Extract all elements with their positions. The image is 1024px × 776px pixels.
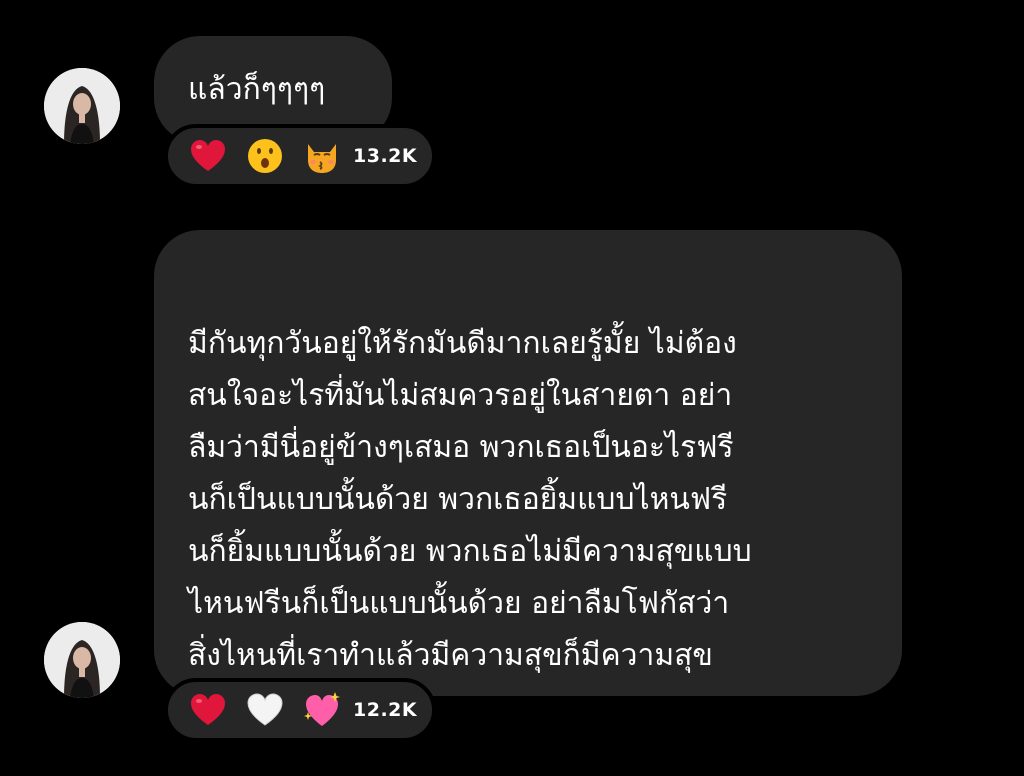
- message-text: แล้วก็ๆๆๆๆ: [188, 72, 326, 107]
- reactions-bar[interactable]: 12.2K: [164, 678, 436, 742]
- reaction-count: 12.2K: [353, 699, 418, 721]
- message-text: มีกันทุกวันอยู่ให้รักมันดีมากเลยรู้มั้ย …: [188, 326, 752, 725]
- kissing-cat-icon[interactable]: [302, 136, 342, 176]
- white-heart-icon[interactable]: [245, 690, 285, 730]
- hushed-face-icon[interactable]: [245, 136, 285, 176]
- reaction-count: 13.2K: [353, 145, 418, 167]
- red-heart-icon[interactable]: [188, 690, 228, 730]
- sparkling-heart-icon[interactable]: [302, 690, 342, 730]
- red-heart-icon[interactable]: [188, 136, 228, 176]
- sender-avatar[interactable]: [44, 622, 120, 698]
- avatar-photo-icon: [44, 68, 120, 144]
- message-bubble[interactable]: มีกันทุกวันอยู่ให้รักมันดีมากเลยรู้มั้ย …: [154, 230, 902, 725]
- reactions-bar[interactable]: 13.2K: [164, 124, 436, 188]
- sender-avatar[interactable]: [44, 68, 120, 144]
- avatar-photo-icon: [44, 622, 120, 698]
